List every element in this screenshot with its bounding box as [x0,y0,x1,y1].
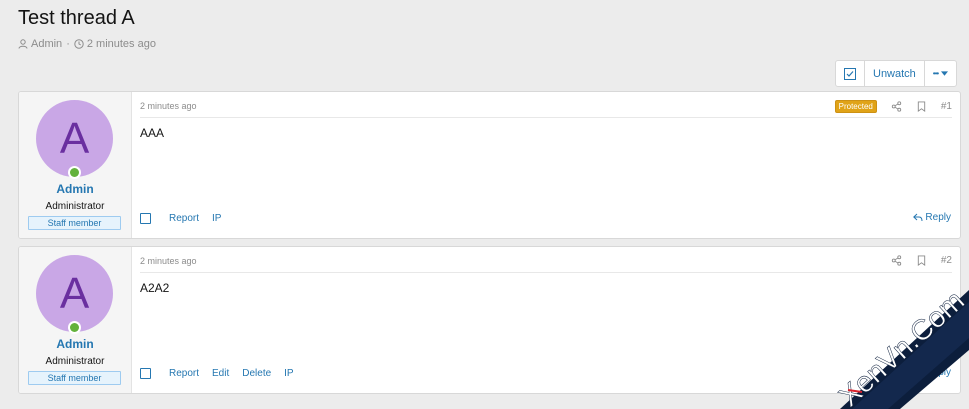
post-header-actions: Protected #1 [834,100,952,113]
caret-down-icon [941,71,949,76]
thread-meta: Admin · 2 minutes ago [18,38,156,50]
post-header-divider [140,117,952,118]
post-content: A2A2 [140,281,170,295]
thread-actions: Unwatch ••• [835,60,958,87]
message-post-1: A Admin Administrator Staff member 2 min… [18,91,961,239]
post-time[interactable]: 2 minutes ago [140,101,197,111]
unwatch-button[interactable]: Unwatch [865,61,925,86]
user-title: Administrator [45,356,105,367]
staff-banner: Staff member [28,216,121,230]
avatar-letter: A [59,113,90,163]
thread-author[interactable]: Admin [31,38,62,50]
online-status-indicator [68,166,81,179]
user-title: Administrator [45,201,105,212]
post-footer-actions: Report Edit Delete IP [140,368,294,379]
report-link[interactable]: Report [169,368,199,379]
report-link[interactable]: Report [169,213,199,224]
reply-icon [913,213,923,222]
ip-link[interactable]: IP [284,368,293,379]
post-content: AAA [140,126,165,140]
user-info-cell: A Admin Administrator Staff member [19,92,132,238]
post-number[interactable]: #1 [941,101,952,112]
checkbox-checked-icon [844,67,856,80]
thread-time[interactable]: 2 minutes ago [87,38,156,50]
reply-button[interactable]: Reply [913,212,951,223]
select-post-checkbox[interactable] [140,213,151,224]
meta-separator: · [66,38,70,50]
bookmark-icon[interactable] [916,101,927,112]
watermark: XenVn.Com [833,285,969,409]
select-thread-button[interactable] [836,61,865,86]
ip-link[interactable]: IP [212,213,221,224]
edit-link[interactable]: Edit [212,368,229,379]
online-dot [70,323,79,332]
reply-label: Reply [925,212,951,223]
clock-icon [74,39,84,49]
online-status-indicator [68,321,81,334]
username[interactable]: Admin [19,182,131,196]
post-time[interactable]: 2 minutes ago [140,256,197,266]
avatar-letter: A [59,268,90,318]
user-info-cell: A Admin Administrator Staff member [19,247,132,393]
delete-link[interactable]: Delete [242,368,271,379]
user-icon [18,39,28,49]
staff-banner: Staff member [28,371,121,385]
share-icon[interactable] [891,101,902,112]
post-footer-actions: Report IP [140,213,221,224]
page-title: Test thread A [18,7,135,29]
select-post-checkbox[interactable] [140,368,151,379]
username[interactable]: Admin [19,337,131,351]
more-options-label: ••• [932,69,939,78]
more-options-button[interactable]: ••• [925,61,956,86]
online-dot [70,168,79,177]
protected-badge: Protected [834,100,877,113]
